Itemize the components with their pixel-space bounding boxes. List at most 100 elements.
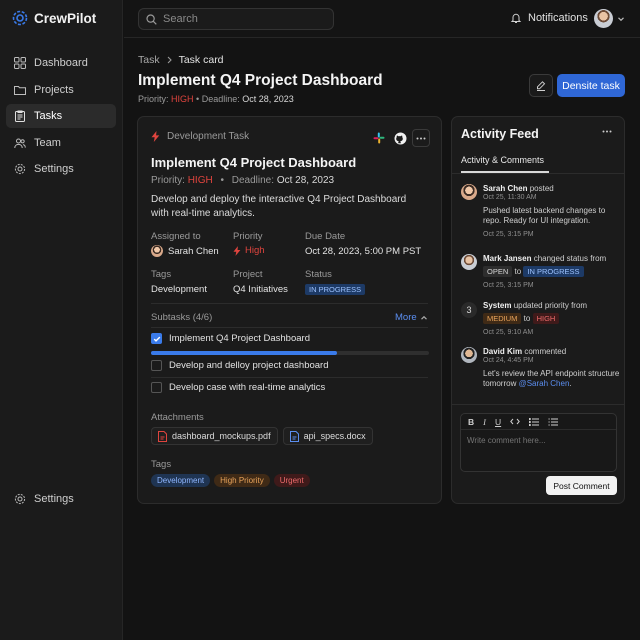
- priority-value: HIGH: [171, 94, 194, 104]
- lightning-icon: [151, 131, 160, 142]
- task-category: Development Task: [151, 131, 249, 142]
- github-icon[interactable]: [391, 129, 409, 147]
- priority-label: Priority:: [138, 94, 169, 104]
- divider: [452, 404, 624, 405]
- app-name: CrewPilot: [34, 10, 97, 26]
- subtask-label: Implement Q4 Project Dashboard: [169, 333, 310, 344]
- task-description: Develop and deploy the interactive Q4 Pr…: [151, 194, 407, 219]
- edit-button[interactable]: [529, 74, 553, 97]
- feed-time: Oct 25, 11:30 AM: [483, 194, 537, 201]
- sidebar-item-label: Projects: [34, 83, 74, 96]
- tags-field-label: Tags: [151, 269, 172, 280]
- bell-icon: [510, 12, 522, 24]
- attachment-name: api_specs.docx: [303, 431, 366, 441]
- feed-time: Oct 25, 3:15 PM: [483, 282, 534, 289]
- system-avatar: 3: [461, 302, 477, 318]
- logo[interactable]: CrewPilot: [12, 10, 96, 26]
- notifications-button[interactable]: Notifications: [510, 12, 588, 24]
- subtask-checkbox[interactable]: [151, 333, 162, 344]
- logo-icon: [12, 10, 28, 26]
- attachment-file[interactable]: dashboard_mockups.pdf: [151, 427, 278, 445]
- avatar: [461, 347, 477, 363]
- underline-icon[interactable]: U: [495, 417, 501, 427]
- avatar: [461, 184, 477, 200]
- slack-icon[interactable]: [370, 129, 388, 147]
- search-icon: [146, 13, 157, 25]
- project-label: Project: [233, 269, 263, 280]
- numbered-list-icon[interactable]: [548, 418, 559, 426]
- bold-icon[interactable]: B: [468, 417, 474, 427]
- editor-toolbar: B I U: [461, 414, 616, 430]
- divider: [151, 377, 428, 378]
- feed-to-word: to: [523, 314, 531, 323]
- feed-action: commented: [524, 347, 567, 356]
- feed-punctuation: .: [569, 379, 572, 389]
- tag[interactable]: Development: [151, 474, 211, 487]
- feed-author: David Kim: [483, 347, 523, 356]
- post-comment-button[interactable]: Post Comment: [546, 476, 617, 495]
- search-box[interactable]: [138, 8, 334, 30]
- sidebar-item-settings-bottom[interactable]: Settings: [6, 487, 116, 511]
- subtask-checkbox[interactable]: [151, 382, 162, 393]
- sidebar-item-projects[interactable]: Projects: [6, 78, 116, 102]
- code-icon[interactable]: [510, 418, 520, 425]
- subtask-row: Develop case with real-time analytics: [151, 382, 325, 393]
- assignee[interactable]: Sarah Chen: [151, 245, 219, 257]
- sidebar-item-tasks[interactable]: Tasks: [6, 104, 116, 129]
- bullet-list-icon[interactable]: [529, 417, 540, 426]
- sidebar-item-team[interactable]: Team: [6, 131, 116, 155]
- search-input[interactable]: [163, 13, 323, 25]
- priority-field-value: High: [245, 245, 265, 256]
- sidebar-item-settings[interactable]: Settings: [6, 157, 116, 181]
- user-menu[interactable]: [594, 9, 625, 28]
- feed-time: Oct 24, 4:45 PM: [483, 357, 534, 364]
- more-options-icon[interactable]: [602, 130, 612, 133]
- edit-icon: [535, 80, 547, 92]
- project-value: Q4 Initiatives: [233, 284, 288, 295]
- tab-activity-comments[interactable]: Activity & Comments: [461, 155, 544, 165]
- due-label: Due Date: [305, 231, 346, 242]
- chevron-right-icon: [166, 56, 173, 64]
- deadline-label: Deadline:: [201, 94, 240, 104]
- subtasks-label: Subtasks (4/6): [151, 312, 213, 323]
- avatar: [151, 245, 163, 257]
- doc-file-icon: [289, 430, 299, 442]
- task-title: Implement Q4 Project Dashboard: [151, 155, 357, 170]
- feed-action: changed status from: [533, 254, 607, 263]
- status-badge: IN PROGRESS: [305, 283, 366, 295]
- mention-link[interactable]: @Sarah Chen: [519, 379, 570, 388]
- subtasks-more-button[interactable]: More: [395, 312, 428, 323]
- sidebar-item-label: Tasks: [34, 110, 63, 123]
- assigned-label: Assigned to: [151, 231, 201, 242]
- tag[interactable]: Urgent: [273, 474, 310, 487]
- breadcrumb-task[interactable]: Task: [138, 54, 160, 66]
- subtask-label: Develop case with real-time analytics: [169, 382, 326, 393]
- tag[interactable]: High Priority: [214, 474, 270, 487]
- subtask-progress-fill: [151, 351, 338, 355]
- comment-input[interactable]: [461, 430, 616, 470]
- gear-icon: [14, 493, 26, 505]
- priority-from-badge: MEDIUM: [483, 313, 522, 324]
- attachment-file[interactable]: api_specs.docx: [282, 427, 373, 445]
- more-options-icon[interactable]: [412, 129, 430, 147]
- italic-icon[interactable]: I: [483, 417, 486, 427]
- tags-label: Tags: [151, 459, 172, 470]
- divider: [151, 303, 428, 304]
- folder-icon: [14, 84, 26, 96]
- sidebar-item-dashboard[interactable]: Dashboard: [6, 51, 116, 75]
- subtask-checkbox[interactable]: [151, 360, 162, 371]
- tags-field-value: Development: [151, 284, 207, 295]
- subtask-row: Develop and delloy project dashboard: [151, 360, 329, 371]
- deadline-label: Deadline:: [231, 175, 275, 186]
- deadline-value: Oct 28, 2023: [242, 94, 294, 104]
- tags-list: Development High Priority Urgent: [151, 474, 310, 487]
- feed-action: updated priority from: [513, 301, 588, 310]
- activity-feed: Activity Feed Activity & Comments Sarah …: [451, 116, 625, 504]
- priority-value: HIGH: [187, 175, 213, 186]
- priority-to-badge: HIGH: [532, 313, 560, 324]
- clipboard-icon: [14, 110, 26, 123]
- comment-editor: B I U: [460, 413, 617, 472]
- sidebar-item-label: Settings: [34, 493, 74, 505]
- divider: [452, 173, 624, 174]
- primary-task-button[interactable]: Densite task: [557, 74, 625, 97]
